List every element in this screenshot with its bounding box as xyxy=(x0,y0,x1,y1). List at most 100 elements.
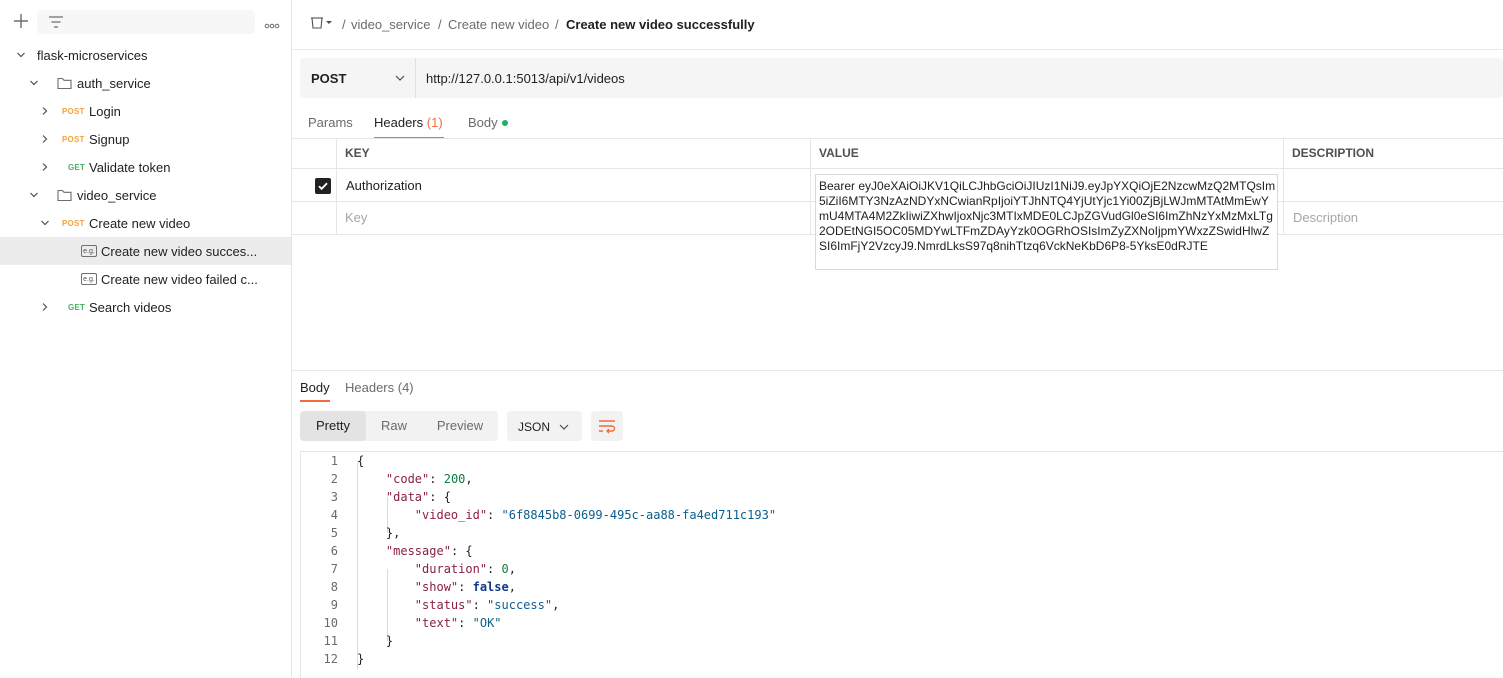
plus-icon[interactable] xyxy=(12,12,30,30)
more-options-icon[interactable] xyxy=(264,17,280,32)
header-enabled-checkbox[interactable] xyxy=(315,178,331,194)
sidebar-item-video-service[interactable]: video_service xyxy=(0,181,291,209)
sidebar-item-label: auth_service xyxy=(77,76,151,91)
sidebar-item-label: Validate token xyxy=(89,160,171,175)
main-panel: / video_service / Create new video / Cre… xyxy=(292,0,1503,678)
sidebar-item-validate-token[interactable]: GET Validate token xyxy=(0,153,291,181)
tab-headers[interactable]: Headers (1) xyxy=(374,115,443,130)
method-badge: POST xyxy=(62,107,85,116)
code-line: 9 "status": "success", xyxy=(330,598,560,612)
response-divider[interactable] xyxy=(292,370,1503,371)
code-line: 2 "code": 200, xyxy=(330,472,473,486)
method-badge: GET xyxy=(68,163,86,172)
json-code-value: 200 xyxy=(443,472,466,486)
tab-body[interactable]: Body xyxy=(468,115,508,130)
column-header-value: VALUE xyxy=(819,146,859,160)
tab-headers-label: Headers xyxy=(374,115,424,130)
example-icon: e.g. xyxy=(81,245,97,257)
code-line: 5 }, xyxy=(330,526,401,540)
format-preview[interactable]: Preview xyxy=(422,411,498,441)
chevron-right-icon[interactable] xyxy=(40,162,50,172)
json-video-id-value: 6f8845b8-0699-495c-aa88-fa4ed711c193 xyxy=(508,508,769,522)
code-line: 6 "message": { xyxy=(330,544,473,558)
format-toggle: Pretty Raw Preview xyxy=(300,411,498,441)
header-key-cell[interactable]: Authorization xyxy=(346,178,422,193)
breadcrumb-current[interactable]: Create new video successfully xyxy=(566,17,755,32)
code-line: 7 "duration": 0, xyxy=(330,562,516,576)
method-badge: POST xyxy=(62,135,85,144)
table-border xyxy=(810,138,811,235)
wrap-lines-icon xyxy=(599,420,616,434)
sidebar-item-create-new-video[interactable]: POST Create new video xyxy=(0,209,291,237)
header-value-editor[interactable]: Bearer eyJ0eXAiOiJKV1QiLCJhbGciOiJIUzI1N… xyxy=(815,174,1278,270)
json-show-value: false xyxy=(472,580,509,594)
sidebar-item-example-success[interactable]: e.g. Create new video succes... xyxy=(0,237,291,265)
code-line: 4 "video_id": "6f8845b8-0699-495c-aa88-f… xyxy=(330,508,777,522)
sidebar-item-label: video_service xyxy=(77,188,157,203)
code-line: 1{ xyxy=(330,454,365,468)
sidebar-item-label: Create new video xyxy=(89,216,191,231)
breadcrumb-folder[interactable]: video_service xyxy=(351,17,431,32)
method-badge: POST xyxy=(62,219,85,228)
filter-input[interactable] xyxy=(37,10,255,34)
tab-headers-count: (1) xyxy=(426,115,443,130)
sidebar-item-signup[interactable]: POST Signup xyxy=(0,125,291,153)
method-select[interactable]: POST xyxy=(300,58,416,98)
code-line: 11 } xyxy=(323,634,394,648)
code-line: 8 "show": false, xyxy=(330,580,516,594)
sidebar-item-label: Signup xyxy=(89,132,130,147)
new-key-input[interactable]: Key xyxy=(345,210,367,225)
chevron-down-icon[interactable] xyxy=(29,78,39,88)
json-duration-value: 0 xyxy=(501,562,509,576)
chevron-right-icon[interactable] xyxy=(40,106,50,116)
sidebar-item-label: Create new video succes... xyxy=(101,244,258,259)
sidebar: flask-microservices auth_service POST Lo… xyxy=(0,0,292,677)
sidebar-item-label: Search videos xyxy=(89,300,172,315)
collection-flask-microservices[interactable]: flask-microservices xyxy=(0,41,291,69)
sidebar-item-label: Create new video failed c... xyxy=(101,272,258,287)
sidebar-item-auth-service[interactable]: auth_service xyxy=(0,69,291,97)
code-line: 12} xyxy=(323,652,365,666)
format-raw[interactable]: Raw xyxy=(366,411,422,441)
format-pretty[interactable]: Pretty xyxy=(300,411,366,441)
breadcrumb-separator: / xyxy=(342,17,346,32)
chevron-down-icon[interactable] xyxy=(16,50,26,60)
table-border xyxy=(292,138,1503,139)
table-border xyxy=(292,168,1503,169)
url-input[interactable]: http://127.0.0.1:5013/api/v1/videos xyxy=(426,71,625,86)
language-select-value: JSON xyxy=(518,420,551,434)
breadcrumb-separator: / xyxy=(438,17,442,32)
json-status-value: success xyxy=(494,598,545,612)
column-header-key: KEY xyxy=(345,146,370,160)
checkmark-icon xyxy=(318,182,328,191)
chevron-down-icon xyxy=(559,424,569,430)
tab-response-headers[interactable]: Headers (4) xyxy=(345,380,414,395)
language-select[interactable]: JSON xyxy=(507,411,582,441)
filter-icon xyxy=(49,16,63,28)
sidebar-item-search-videos[interactable]: GET Search videos xyxy=(0,293,291,321)
breadcrumb-separator: / xyxy=(555,17,559,32)
method-select-value: POST xyxy=(311,71,347,86)
sidebar-item-example-failed[interactable]: e.g. Create new video failed c... xyxy=(0,265,291,293)
example-icon: e.g. xyxy=(81,273,97,285)
collection-label: flask-microservices xyxy=(37,48,148,63)
chevron-down-icon[interactable] xyxy=(40,218,50,228)
response-body-viewer[interactable]: 1{ 2 "code": 200, 3 "data": { 4 "video_i… xyxy=(300,451,1503,678)
chevron-down-icon xyxy=(395,75,405,81)
chevron-right-icon[interactable] xyxy=(40,302,50,312)
sidebar-toolbar xyxy=(0,8,291,36)
sidebar-item-login[interactable]: POST Login xyxy=(0,97,291,125)
example-dropdown-icon[interactable] xyxy=(310,16,334,30)
wrap-lines-button[interactable] xyxy=(591,411,623,441)
tab-response-body[interactable]: Body xyxy=(300,380,330,395)
header-value-text: Bearer eyJ0eXAiOiJKV1QiLCJhbGciOiJIUzI1N… xyxy=(819,179,1276,253)
chevron-right-icon[interactable] xyxy=(40,134,50,144)
sidebar-item-label: Login xyxy=(89,104,121,119)
table-border xyxy=(336,138,337,235)
table-border xyxy=(1283,138,1284,235)
breadcrumb-request[interactable]: Create new video xyxy=(448,17,549,32)
method-badge: GET xyxy=(68,303,86,312)
new-description-input[interactable]: Description xyxy=(1293,210,1358,225)
tab-params[interactable]: Params xyxy=(308,115,353,130)
chevron-down-icon[interactable] xyxy=(29,190,39,200)
